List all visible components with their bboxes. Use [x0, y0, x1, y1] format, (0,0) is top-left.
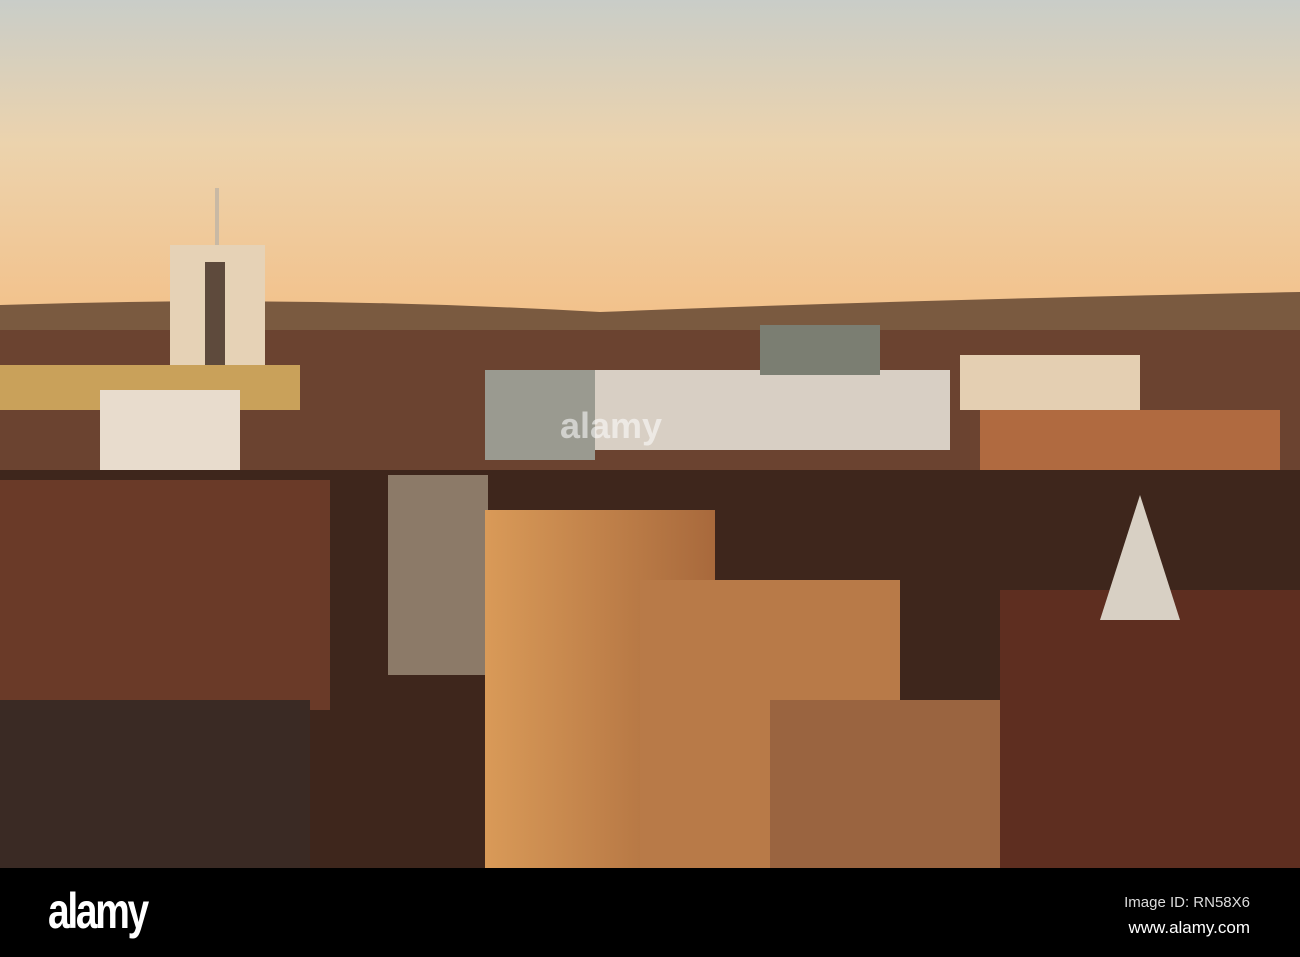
red-victorian-block: [1000, 590, 1300, 868]
left-rooftops: [0, 700, 310, 868]
watermark: alamy: [560, 405, 663, 446]
website-link[interactable]: www.alamy.com: [1128, 918, 1250, 938]
right-office-block: [960, 355, 1140, 410]
grey-office: [388, 475, 488, 675]
stock-photo-frame: alamy alamy Image ID: RN58X6 www.alamy.c…: [0, 0, 1300, 957]
glass-tower: [760, 325, 880, 375]
image-id: Image ID: RN58X6: [1124, 894, 1250, 911]
left-brick-houses: [0, 480, 330, 710]
alamy-logo: alamy: [48, 883, 149, 939]
footer-bar: alamy Image ID: RN58X6 www.alamy.com: [0, 868, 1300, 957]
